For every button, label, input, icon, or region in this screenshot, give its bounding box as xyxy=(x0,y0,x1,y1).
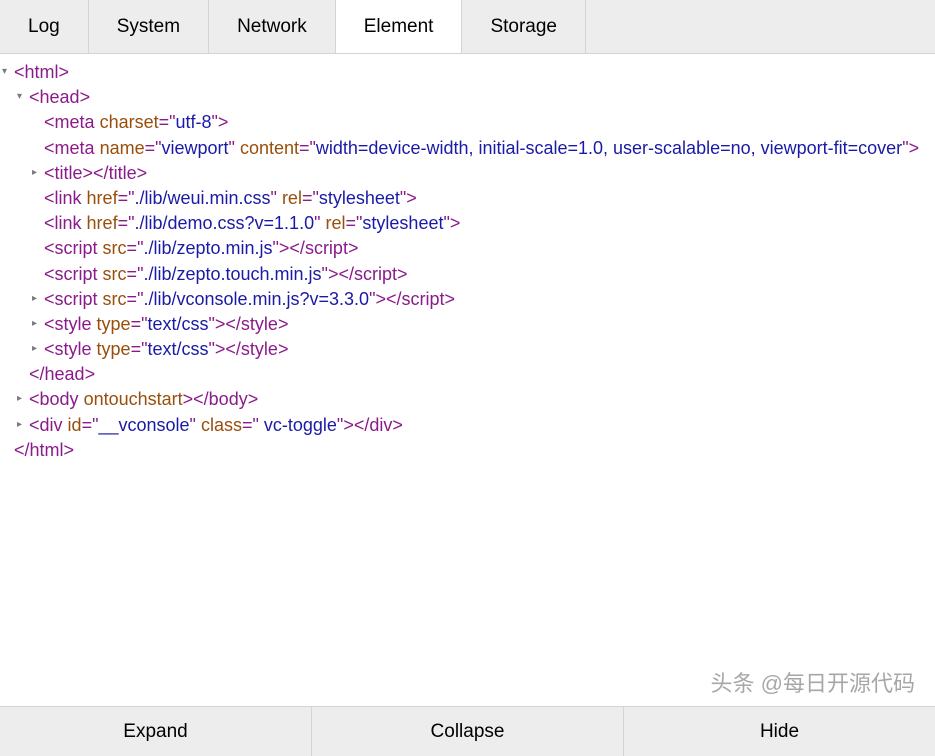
node-script[interactable]: <script src="./lib/zepto.min.js"></scrip… xyxy=(44,236,935,261)
toggle-spacer xyxy=(32,186,44,191)
toggle-spacer xyxy=(32,211,44,216)
node-html[interactable]: <html> xyxy=(14,60,935,85)
element-tree[interactable]: ▾<html>▾<head><meta charset="utf-8"><met… xyxy=(0,54,935,706)
toggle-spacer xyxy=(32,262,44,267)
bottom-bar: Expand Collapse Hide xyxy=(0,706,935,756)
toggle-spacer xyxy=(2,438,14,443)
expand-button[interactable]: Expand xyxy=(0,707,312,756)
tab-bar: Log System Network Element Storage xyxy=(0,0,935,54)
node-html-close[interactable]: </html> xyxy=(14,438,935,463)
node-script[interactable]: <script src="./lib/zepto.touch.min.js"><… xyxy=(44,262,935,287)
tab-storage[interactable]: Storage xyxy=(462,0,586,53)
node-script[interactable]: <script src="./lib/vconsole.min.js?v=3.3… xyxy=(44,287,935,312)
toggle-spacer xyxy=(17,362,29,367)
tab-element[interactable]: Element xyxy=(336,0,463,53)
tab-log[interactable]: Log xyxy=(0,0,89,53)
toggle-spacer xyxy=(32,136,44,141)
tab-system[interactable]: System xyxy=(89,0,209,53)
node-div[interactable]: <div id="__vconsole" class=" vc-toggle">… xyxy=(29,413,935,438)
node-style[interactable]: <style type="text/css"></style> xyxy=(44,337,935,362)
node-link[interactable]: <link href="./lib/demo.css?v=1.1.0" rel=… xyxy=(44,211,935,236)
collapse-button[interactable]: Collapse xyxy=(312,707,624,756)
node-meta[interactable]: <meta charset="utf-8"> xyxy=(44,110,935,135)
toggle-spacer xyxy=(32,110,44,115)
toggle-icon[interactable]: ▸ xyxy=(32,337,44,356)
toggle-icon[interactable]: ▸ xyxy=(32,312,44,331)
hide-button[interactable]: Hide xyxy=(624,707,935,756)
toggle-spacer xyxy=(32,236,44,241)
node-title[interactable]: <title></title> xyxy=(44,161,935,186)
toggle-icon[interactable]: ▸ xyxy=(32,161,44,180)
node-body[interactable]: <body ontouchstart></body> xyxy=(29,387,935,412)
toggle-icon[interactable]: ▸ xyxy=(17,387,29,406)
node-style[interactable]: <style type="text/css"></style> xyxy=(44,312,935,337)
node-head[interactable]: <head> xyxy=(29,85,935,110)
tab-network[interactable]: Network xyxy=(209,0,336,53)
toggle-icon[interactable]: ▾ xyxy=(17,85,29,104)
toggle-icon[interactable]: ▾ xyxy=(2,60,14,79)
node-head-close[interactable]: </head> xyxy=(29,362,935,387)
toggle-icon[interactable]: ▸ xyxy=(17,413,29,432)
node-meta[interactable]: <meta name="viewport" content="width=dev… xyxy=(44,136,935,161)
node-link[interactable]: <link href="./lib/weui.min.css" rel="sty… xyxy=(44,186,935,211)
toggle-icon[interactable]: ▸ xyxy=(32,287,44,306)
